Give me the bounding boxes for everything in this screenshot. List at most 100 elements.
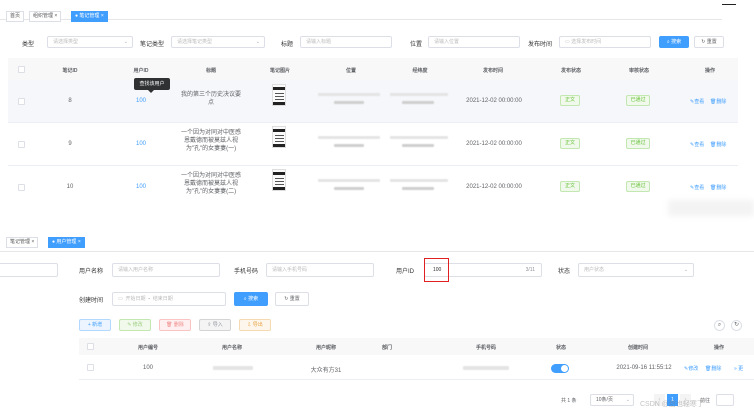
col-note-image: 笔记图片 <box>269 68 290 74</box>
top-tab-bar: 首页 组织管理 × ● 笔记管理 × <box>0 0 722 22</box>
col-note-id: 笔记ID <box>62 68 78 74</box>
tab-label: 笔记管理 <box>10 239 31 245</box>
view-button[interactable]: ✎查看 <box>690 141 704 148</box>
tab-label: 用户管理 <box>56 239 77 245</box>
export-button[interactable]: ⇩ 导出 <box>239 319 271 331</box>
tab-org-manage[interactable]: 组织管理 × <box>29 11 62 22</box>
select-all-checkbox[interactable] <box>18 66 25 73</box>
coords-redacted <box>402 101 434 104</box>
position-redacted <box>318 136 380 139</box>
type-select[interactable]: 请选择类型 ⌄ <box>47 36 133 48</box>
note-image[interactable] <box>272 126 286 148</box>
status-toggle[interactable] <box>551 364 569 373</box>
range-separator: - <box>148 296 150 302</box>
note-type-select[interactable]: 请选择笔记类型 ⌄ <box>171 36 265 48</box>
placeholder: 选择发布时间 <box>571 39 602 45</box>
user-nickname: 大众有方31 <box>310 368 342 374</box>
audit-status-tag: 已通过 <box>626 95 650 106</box>
page-size-select[interactable]: 10条/页 ⌄ <box>590 394 634 406</box>
edit-icon: ✎ <box>127 322 132 328</box>
col-status: 状态 <box>555 345 566 351</box>
type-label: 类型 <box>22 42 35 48</box>
label: 重置 <box>706 39 717 45</box>
placeholder: 请选择类型 <box>53 39 79 45</box>
placeholder: 请选择笔记类型 <box>177 39 213 45</box>
tab-home[interactable]: 首页 <box>6 11 25 22</box>
reset-button[interactable]: ↻ 重置 <box>694 36 724 48</box>
reset-button[interactable]: ↻ 重置 <box>275 292 309 306</box>
phone-input[interactable]: 请输入手机号码 <box>266 263 374 277</box>
edit-link[interactable]: ✎修改 <box>684 365 698 372</box>
row-checkbox[interactable] <box>18 141 25 148</box>
user-id-link[interactable]: 100 <box>131 98 151 104</box>
user-id-link[interactable]: 100 <box>131 184 151 190</box>
status-select[interactable]: 用户状态 ⌄ <box>578 263 694 277</box>
username-label: 用户名称 <box>79 269 104 275</box>
edge-smudge <box>668 200 754 216</box>
goto-page-input[interactable] <box>716 394 734 406</box>
close-icon[interactable]: × <box>31 239 34 245</box>
refresh-icon: ↻ <box>284 296 289 302</box>
col-audit-status: 审核状态 <box>628 68 649 74</box>
col-actions: 操作 <box>704 68 715 74</box>
label: 导出 <box>252 322 263 328</box>
row-checkbox[interactable] <box>18 98 25 105</box>
tab-note-manage[interactable]: 笔记管理 × <box>6 237 39 248</box>
edit-button[interactable]: ✎ 修改 <box>119 319 151 331</box>
search-toggle-icon[interactable]: ⌕ <box>714 320 725 331</box>
publish-time-picker[interactable]: ▭ 选择发布时间 <box>559 36 651 48</box>
select-all-checkbox[interactable] <box>87 343 94 350</box>
search-icon: ⌕ <box>666 39 670 45</box>
col-phone: 手机号码 <box>475 345 496 351</box>
publish-time: 2021-12-02 00:00:00 <box>466 141 522 147</box>
delete-button[interactable]: 🗑删除 <box>710 98 726 105</box>
title-input[interactable]: 请输入标题 <box>300 36 392 48</box>
total-count: 共 1 条 <box>561 398 577 404</box>
note-image[interactable] <box>272 169 286 191</box>
created-date-range[interactable]: ▭ 开始日期 - 结束日期 <box>112 292 226 306</box>
close-icon[interactable]: × <box>101 13 104 19</box>
window-minimize-mark <box>722 4 736 5</box>
tab-note-manage[interactable]: ● 笔记管理 × <box>71 11 108 22</box>
search-button[interactable]: ⌕ 搜索 <box>659 36 689 48</box>
end-placeholder: 结束日期 <box>152 296 173 302</box>
delete-button[interactable]: 🗑删除 <box>710 184 726 191</box>
chevron-down-icon: ⌄ <box>625 397 630 403</box>
view-button[interactable]: ✎查看 <box>690 184 704 191</box>
add-button[interactable]: + 新增 <box>79 319 111 331</box>
import-button[interactable]: ⇪ 导入 <box>199 319 231 331</box>
refresh-icon[interactable]: ↻ <box>731 320 742 331</box>
left-cut-input[interactable] <box>0 263 58 277</box>
trash-icon: 🗑 <box>166 322 173 328</box>
delete-button[interactable]: 🗑 删除 <box>159 319 191 331</box>
more-link[interactable]: » 更 <box>734 365 743 372</box>
publish-status-tag: 正文 <box>560 138 580 149</box>
label: 查看 <box>694 185 705 191</box>
username-input[interactable]: 请输入用户名称 <box>112 263 220 277</box>
created-time-label: 创建时间 <box>79 298 104 304</box>
coords-redacted <box>390 93 448 96</box>
position-redacted <box>334 101 364 104</box>
col-username: 用户名称 <box>221 345 242 351</box>
search-button[interactable]: ⌕ 搜索 <box>234 292 268 306</box>
tab-user-manage[interactable]: ● 用户管理 × <box>48 237 85 248</box>
note-id: 9 <box>68 141 72 147</box>
chevron-down-icon: ⌄ <box>255 39 260 45</box>
note-image[interactable] <box>272 84 286 106</box>
row-checkbox[interactable] <box>18 184 25 191</box>
view-button[interactable]: ✎查看 <box>690 98 704 105</box>
char-count: 3/11 <box>525 267 535 273</box>
position-input[interactable]: 请输入位置 <box>428 36 520 48</box>
delete-button[interactable]: 🗑删除 <box>710 141 726 148</box>
delete-link[interactable]: 🗑删除 <box>705 365 721 372</box>
user-id-link[interactable]: 100 <box>131 141 151 147</box>
close-icon[interactable]: × <box>54 13 57 19</box>
close-icon[interactable]: × <box>78 239 81 245</box>
publish-status-tag: 正文 <box>560 95 580 106</box>
col-publish-time: 发布时间 <box>482 68 503 74</box>
upload-icon: ⇪ <box>207 322 212 328</box>
label: 修改 <box>688 366 699 372</box>
label: 删除 <box>173 322 184 328</box>
row-checkbox[interactable] <box>87 364 94 371</box>
download-icon: ⇩ <box>247 322 252 328</box>
